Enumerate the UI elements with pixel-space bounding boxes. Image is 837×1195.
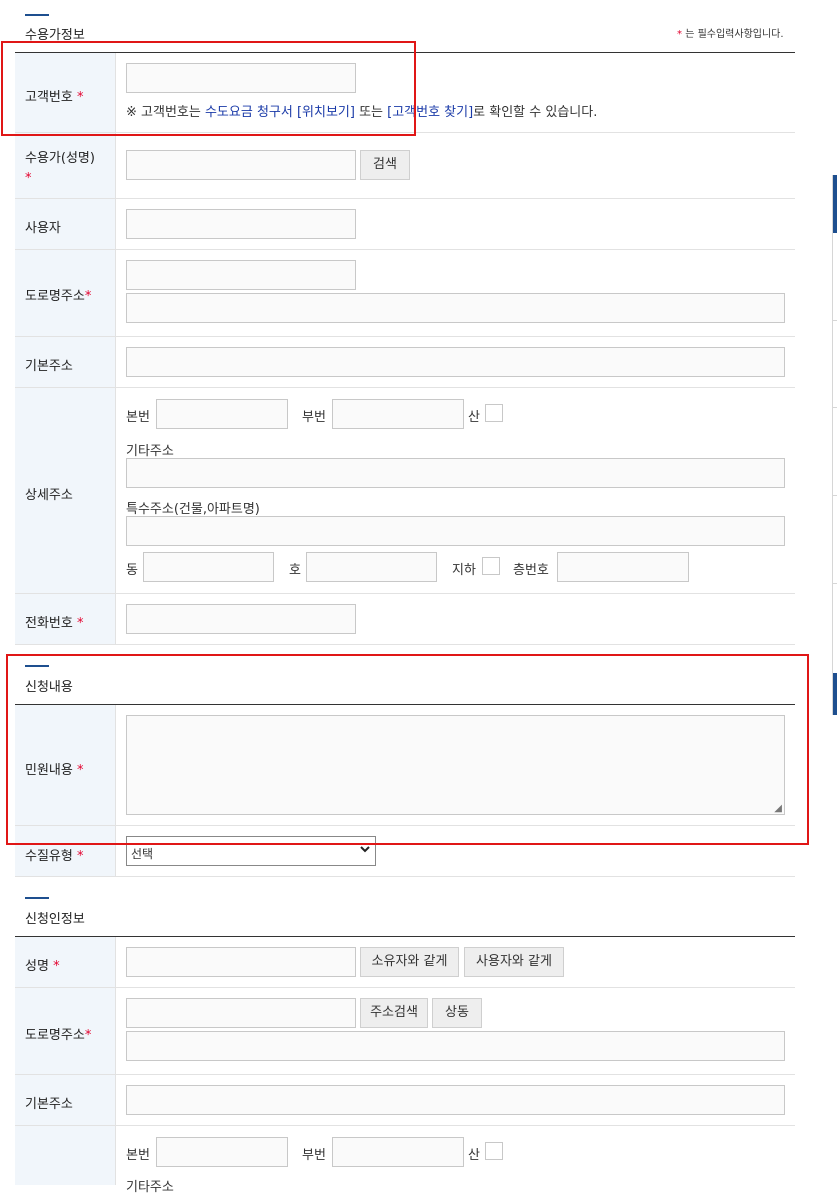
- section-title-applicant: 신청인정보: [25, 912, 85, 927]
- basement-label: 지하: [452, 563, 476, 578]
- label-applicant-road-address: 도로명주소*: [25, 1028, 92, 1043]
- same-above-button[interactable]: 상동: [432, 998, 482, 1028]
- section-bar: [25, 14, 49, 16]
- select-value: 선택: [131, 847, 154, 861]
- label-water-quality-type: 수질유형 *: [25, 849, 84, 864]
- postal-code-input[interactable]: [126, 260, 356, 290]
- phone-input[interactable]: [126, 604, 356, 634]
- ho-input[interactable]: [306, 552, 437, 582]
- applicant-name-input[interactable]: [126, 947, 356, 977]
- mountain-label: 산: [468, 410, 480, 425]
- floor-no-input[interactable]: [557, 552, 689, 582]
- row-rule: [15, 644, 795, 645]
- dong-label: 동: [126, 563, 138, 578]
- special-address-input[interactable]: [126, 516, 785, 546]
- row-rule: [15, 987, 795, 988]
- mountain-checkbox[interactable]: [485, 404, 503, 422]
- basement-checkbox[interactable]: [482, 557, 500, 575]
- main-no-input[interactable]: [156, 399, 288, 429]
- row-rule: [15, 198, 795, 199]
- sub-no-input[interactable]: [332, 399, 464, 429]
- main-no-label: 본번: [126, 410, 150, 425]
- column-divider: [115, 53, 116, 644]
- applicant-main-no-input[interactable]: [156, 1137, 288, 1167]
- applicant-sub-no-input[interactable]: [332, 1137, 464, 1167]
- applicant-other-address-label: 기타주소: [126, 1180, 174, 1195]
- row-rule: [15, 336, 795, 337]
- special-address-label: 특수주소(건물,아파트명): [126, 502, 260, 517]
- other-address-input[interactable]: [126, 458, 785, 488]
- applicant-basic-address-input[interactable]: [126, 1085, 785, 1115]
- same-as-owner-button[interactable]: 소유자와 같게: [360, 947, 459, 977]
- label-column: [15, 53, 116, 644]
- ho-label: 호: [289, 563, 301, 578]
- label-customer-name: 수용가(성명) *: [25, 151, 95, 186]
- row-rule: [15, 1074, 795, 1075]
- label-detail-address: 상세주소: [25, 488, 73, 503]
- applicant-postal-code-input[interactable]: [126, 998, 356, 1028]
- label-column: [15, 937, 116, 1185]
- label-basic-address: 기본주소: [25, 359, 73, 374]
- sub-no-label: 부번: [302, 410, 326, 425]
- column-divider: [115, 937, 116, 1185]
- row-rule: [15, 876, 795, 877]
- row-rule: [15, 387, 795, 388]
- label-road-address: 도로명주소*: [25, 289, 92, 304]
- applicant-sub-no-label: 부번: [302, 1148, 326, 1163]
- customer-search-button[interactable]: 검색: [360, 150, 410, 180]
- user-input[interactable]: [126, 209, 356, 239]
- chevron-down-icon: [359, 843, 371, 858]
- applicant-mountain-label: 산: [468, 1148, 480, 1163]
- section-bar: [25, 897, 49, 899]
- applicant-mountain-checkbox[interactable]: [485, 1142, 503, 1160]
- applicant-road-address-input[interactable]: [126, 1031, 785, 1061]
- required-note: * 는 필수입력사항입니다.: [677, 29, 784, 40]
- dong-input[interactable]: [143, 552, 274, 582]
- highlight-box-application: [6, 654, 809, 845]
- applicant-main-no-label: 본번: [126, 1148, 150, 1163]
- basic-address-input[interactable]: [126, 347, 785, 377]
- customer-name-input[interactable]: [126, 150, 356, 180]
- label-applicant-name: 성명 *: [25, 959, 60, 974]
- same-as-user-button[interactable]: 사용자와 같게: [464, 947, 564, 977]
- row-rule: [15, 593, 795, 594]
- label-user: 사용자: [25, 221, 61, 236]
- other-address-label: 기타주소: [126, 444, 174, 459]
- label-phone: 전화번호 *: [25, 616, 84, 631]
- row-rule: [15, 249, 795, 250]
- floor-no-label: 층번호: [513, 563, 549, 578]
- highlight-box-customer-no: [1, 41, 416, 136]
- section-top-rule: [15, 936, 795, 937]
- road-address-input[interactable]: [126, 293, 785, 323]
- side-panel-edge: [832, 175, 837, 715]
- label-applicant-basic-address: 기본주소: [25, 1097, 73, 1112]
- row-rule: [15, 1125, 795, 1126]
- address-search-button[interactable]: 주소검색: [360, 998, 428, 1028]
